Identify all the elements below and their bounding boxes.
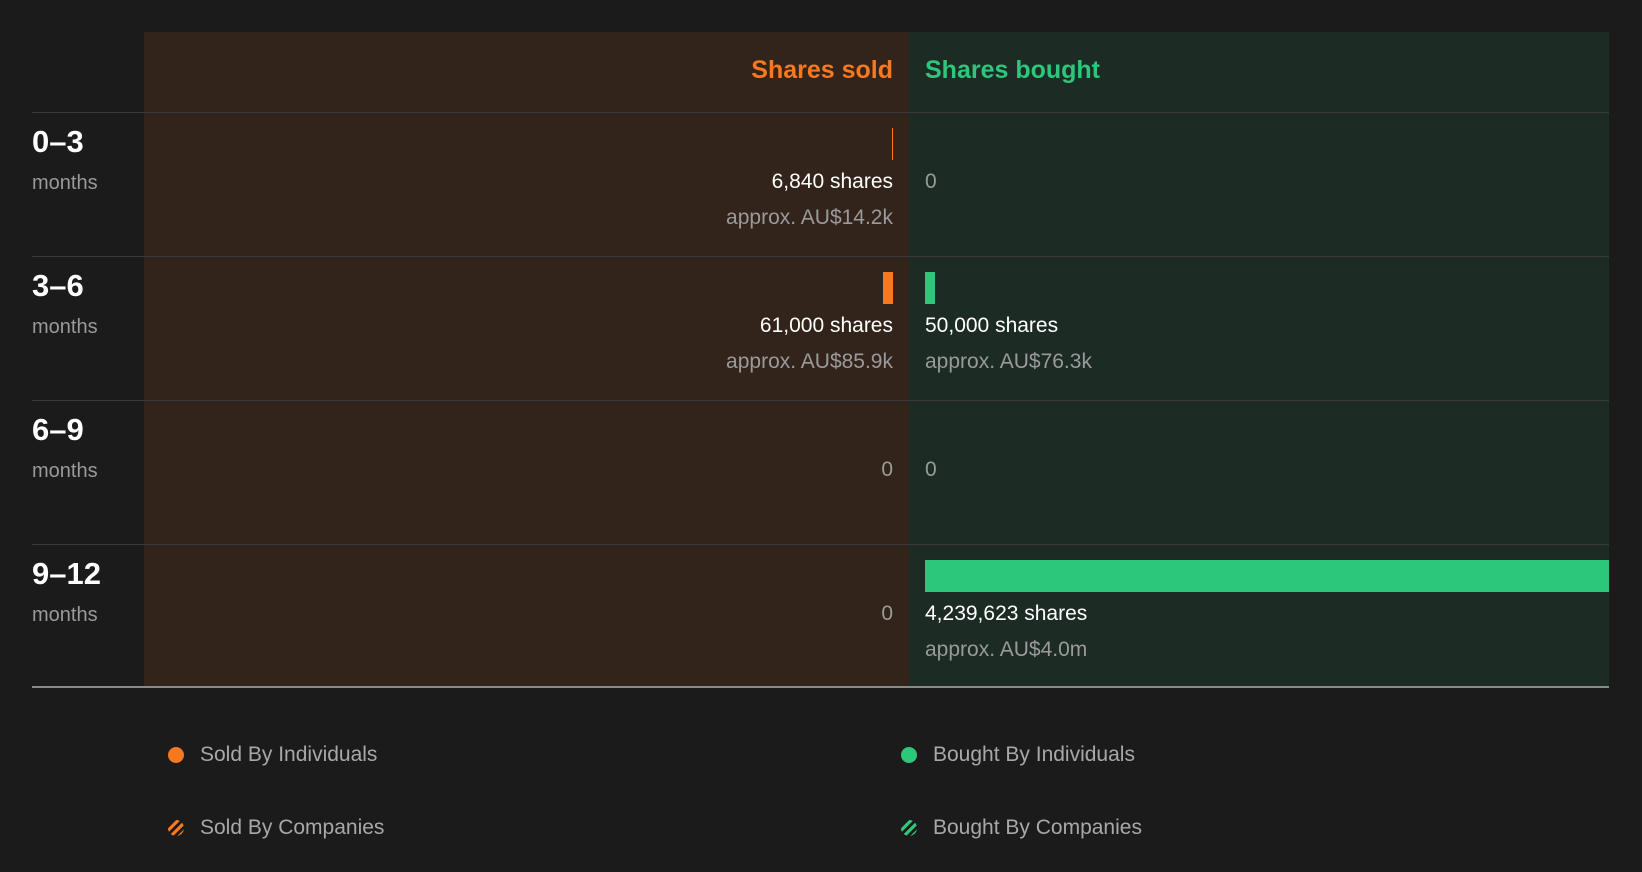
orange-dot-icon: [168, 747, 184, 763]
shares-sold-bar: [883, 272, 893, 304]
legend-sold-companies: Sold By Companies: [168, 814, 385, 842]
row-label: 9–12 months: [32, 554, 101, 630]
legend-label: Bought By Individuals: [933, 743, 1135, 766]
shares-sold-bar: [892, 128, 893, 160]
sold-zero-value: 0: [881, 458, 893, 481]
shares-bought-header: Shares bought: [925, 56, 1101, 84]
sold-zero-value: 0: [881, 602, 893, 625]
bought-approx-value: approx. AU$76.3k: [925, 350, 1092, 373]
shares-sold-header: Shares sold: [751, 56, 893, 84]
sold-approx-value: approx. AU$85.9k: [726, 350, 893, 373]
time-range: 9–12: [32, 556, 101, 591]
legend-label: Sold By Individuals: [200, 743, 378, 766]
row-label: 6–9 months: [32, 410, 98, 486]
time-range: 0–3: [32, 124, 84, 159]
green-hatched-dot-icon: [901, 820, 917, 836]
orange-hatched-dot-icon: [168, 820, 184, 836]
time-range-row: 6–9 months 0 0: [0, 400, 1642, 544]
legend-bought-individuals: Bought By Individuals: [901, 741, 1135, 769]
bought-zero-value: 0: [925, 458, 937, 481]
legend-bought-companies: Bought By Companies: [901, 814, 1142, 842]
time-unit: months: [32, 460, 98, 482]
shares-bought-bar: [925, 272, 935, 304]
sold-shares-value: 6,840 shares: [771, 170, 893, 193]
row-label: 0–3 months: [32, 122, 98, 198]
legend-label: Sold By Companies: [200, 816, 385, 839]
bought-zero-value: 0: [925, 170, 937, 193]
time-range-row: 9–12 months 0 4,239,623 shares approx. AU$4.…: [0, 544, 1642, 688]
sold-shares-value: 61,000 shares: [759, 314, 893, 337]
time-range-row: 3–6 months 61,000 shares approx. AU$85.9k 50…: [0, 256, 1642, 400]
legend-sold-individuals: Sold By Individuals: [168, 741, 378, 769]
legend-label: Bought By Companies: [933, 816, 1142, 839]
shares-bought-bar: [925, 560, 1609, 592]
bought-shares-value: 4,239,623 shares: [925, 602, 1088, 625]
sold-approx-value: approx. AU$14.2k: [726, 206, 893, 229]
time-unit: months: [32, 604, 98, 626]
bought-approx-value: approx. AU$4.0m: [925, 638, 1088, 661]
time-unit: months: [32, 316, 98, 338]
time-unit: months: [32, 172, 98, 194]
row-label: 3–6 months: [32, 266, 98, 342]
time-range-row: 0–3 months 6,840 shares approx. AU$14.2k 0: [0, 112, 1642, 256]
green-dot-icon: [901, 747, 917, 763]
time-range: 3–6: [32, 268, 84, 303]
time-range: 6–9: [32, 412, 84, 447]
bought-shares-value: 50,000 shares: [925, 314, 1059, 337]
